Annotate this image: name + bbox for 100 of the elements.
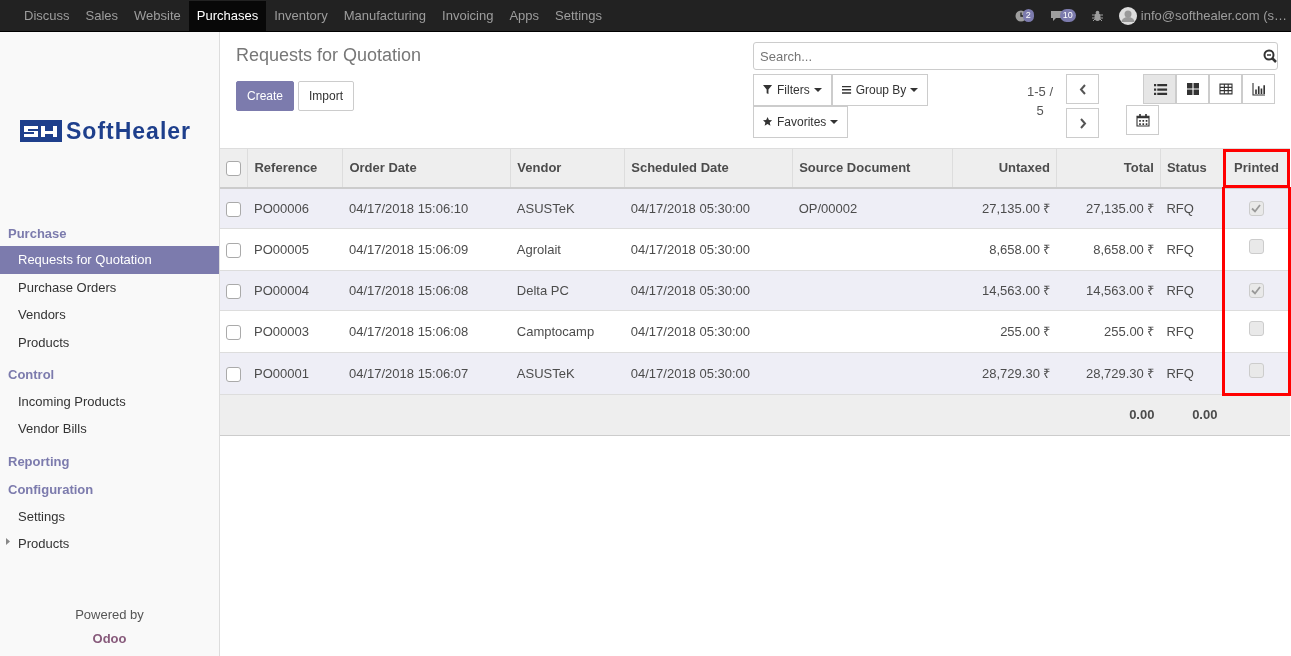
- row-checkbox[interactable]: [226, 366, 241, 382]
- activity-button[interactable]: 2: [1014, 8, 1034, 23]
- funnel-icon: [763, 85, 773, 95]
- calendar-view-button[interactable]: [1126, 105, 1159, 135]
- kanban-view-button[interactable]: [1176, 74, 1209, 104]
- table-cell: 28,729.30 ₹: [952, 352, 1057, 395]
- pager-text: 1-5 / 5: [1026, 83, 1054, 120]
- bar-chart-icon: [1252, 83, 1265, 95]
- action-button[interactable]: Import: [298, 81, 355, 111]
- section-title: Reporting: [7, 452, 71, 471]
- chevron-right-icon: [1077, 117, 1088, 129]
- table-cell: 255.00 ₹: [1056, 310, 1161, 352]
- count-badge: 10: [1059, 8, 1076, 23]
- sidebar-item[interactable]: Vendors: [0, 301, 219, 329]
- menu-item[interactable]: Discuss: [16, 1, 78, 31]
- column-header: Source Document: [792, 148, 953, 188]
- messages-button[interactable]: 10: [1049, 8, 1076, 23]
- odoo-link[interactable]: Odoo: [0, 624, 219, 652]
- chevron-left-icon: [1077, 83, 1088, 95]
- caret-icon: [830, 120, 839, 124]
- table-cell: RFQ: [1160, 228, 1224, 270]
- next-page-button[interactable]: [1066, 108, 1099, 138]
- column-header: Reference: [248, 148, 343, 188]
- select-all-checkbox[interactable]: [226, 161, 241, 177]
- table-cell: RFQ: [1160, 187, 1224, 229]
- row-checkbox[interactable]: [226, 201, 241, 217]
- debug-button[interactable]: [1091, 9, 1103, 22]
- column-header: Scheduled Date: [624, 148, 793, 188]
- caret-icon: [910, 88, 919, 92]
- filter-dropdown[interactable]: Group By: [831, 74, 929, 106]
- menu-item[interactable]: Sales: [77, 1, 127, 31]
- chat-icon: [1049, 9, 1064, 22]
- sidebar-item[interactable]: Vendor Bills: [0, 415, 219, 443]
- sidebar-item[interactable]: Products: [0, 530, 219, 558]
- table-cell: PO00005: [248, 228, 343, 270]
- table-cell: 255.00 ₹: [952, 310, 1057, 352]
- logo-icon: [20, 120, 62, 143]
- filter-dropdown[interactable]: Filters: [753, 74, 832, 106]
- row-checkbox[interactable]: [226, 283, 241, 299]
- section-title: Control: [7, 366, 56, 384]
- powered-by-text: Powered by Odoo: [0, 605, 219, 656]
- table-cell: RFQ: [1160, 352, 1224, 395]
- table-cell: 04/17/2018 15:06:10: [342, 187, 511, 229]
- previous-page-button[interactable]: [1066, 74, 1099, 104]
- graph-view-button[interactable]: [1242, 74, 1275, 104]
- row-checkbox[interactable]: [226, 242, 241, 258]
- table-cell: 8,658.00 ₹: [1056, 228, 1161, 270]
- search-icon: [1263, 49, 1277, 63]
- menu-item[interactable]: Inventory: [266, 1, 336, 31]
- count-badge: 2: [1022, 8, 1034, 23]
- list-icon: [1153, 83, 1166, 95]
- total-cell: 0.00: [1056, 394, 1161, 435]
- list-view-button[interactable]: [1143, 74, 1176, 104]
- row-checkbox[interactable]: [226, 324, 241, 340]
- table-cell: PO00001: [248, 352, 343, 395]
- menu-item[interactable]: Manufacturing: [335, 1, 435, 31]
- grid-icon: [1186, 83, 1199, 95]
- table-cell: Camptocamp: [510, 310, 625, 352]
- menu-item[interactable]: Invoicing: [434, 1, 502, 31]
- column-header: Vendor: [510, 148, 625, 188]
- table-cell: RFQ: [1160, 270, 1224, 311]
- sidebar-item[interactable]: Settings: [0, 502, 219, 530]
- bug-icon: [1091, 9, 1103, 22]
- table-cell: 04/17/2018 05:30:00: [624, 352, 793, 395]
- table-cell: 04/17/2018 05:30:00: [624, 228, 793, 270]
- bars-icon: [841, 85, 852, 95]
- action-button[interactable]: Create: [236, 81, 295, 111]
- search-field[interactable]: Search...: [753, 42, 1278, 70]
- table-cell: 14,563.00 ₹: [1056, 270, 1161, 311]
- table-cell: Agrolait: [510, 228, 625, 270]
- table-cell: Delta PC: [510, 270, 625, 311]
- menu-item[interactable]: Website: [126, 1, 189, 31]
- sidebar-item[interactable]: Purchase Orders: [0, 273, 219, 301]
- table-cell: 27,135.00 ₹: [952, 187, 1057, 229]
- table-cell: 04/17/2018 15:06:08: [342, 310, 511, 352]
- table-cell: 14,563.00 ₹: [952, 270, 1057, 311]
- table-cell: 27,135.00 ₹: [1056, 187, 1161, 229]
- menu-item[interactable]: Apps: [501, 1, 548, 31]
- filter-dropdown[interactable]: Favorites: [753, 106, 849, 138]
- column-header: Total: [1056, 148, 1161, 188]
- menu-item[interactable]: Purchases: [188, 1, 267, 31]
- menu-item[interactable]: Settings: [547, 1, 610, 31]
- calendar-icon: [1136, 114, 1149, 126]
- star-icon: [763, 117, 773, 127]
- table-cell: 8,658.00 ₹: [952, 228, 1057, 270]
- table-cell: 28,729.30 ₹: [1056, 352, 1161, 395]
- table-cell: RFQ: [1160, 310, 1224, 352]
- sidebar-item[interactable]: Products: [0, 328, 219, 356]
- table-icon: [1219, 83, 1232, 95]
- user-menu[interactable]: info@softhealer.com (s…: [1118, 5, 1287, 26]
- logo-text: SoftHealer: [66, 117, 192, 146]
- table-cell: PO00003: [248, 310, 343, 352]
- table-cell: PO00006: [248, 187, 343, 229]
- table-cell: ASUSTeK: [510, 352, 625, 395]
- sidebar-item[interactable]: Incoming Products: [0, 387, 219, 415]
- sidebar-item[interactable]: Requests for Quotation: [0, 246, 219, 274]
- pivot-view-button[interactable]: [1209, 74, 1242, 104]
- table-cell: 04/17/2018 15:06:09: [342, 228, 511, 270]
- table-cell: ASUSTeK: [510, 187, 625, 229]
- expand-icon: [6, 538, 10, 545]
